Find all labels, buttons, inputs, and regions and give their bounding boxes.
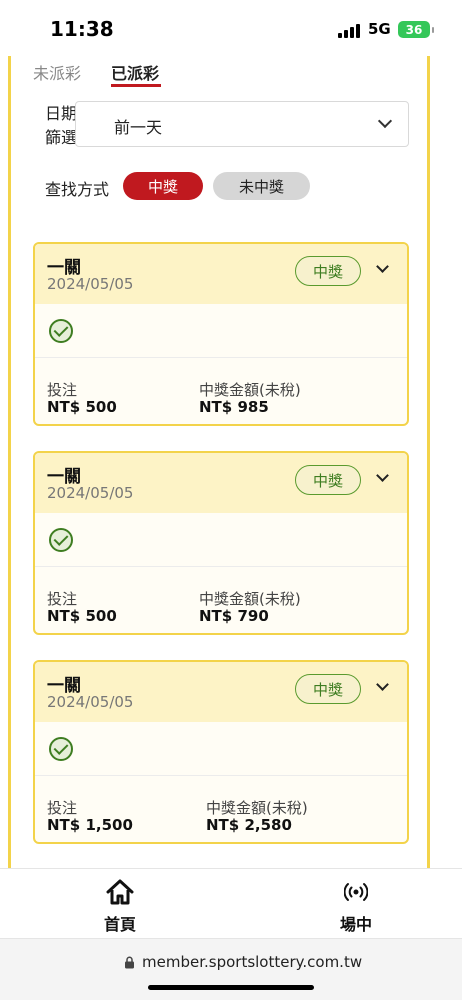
bet-amount: NT$ 500 [47, 398, 117, 416]
tab-unpaid[interactable]: 未派彩 [33, 60, 81, 84]
search-method-label: 查找方式 [45, 180, 110, 199]
nav-home[interactable]: 首頁 [80, 877, 160, 937]
nav-live-label: 場中 [339, 915, 372, 934]
card-date: 2024/05/05 [47, 693, 134, 711]
home-indicator [148, 985, 314, 990]
filter-lose-button[interactable]: 未中獎 [213, 172, 310, 200]
bet-card[interactable]: 一關 2024/05/05 中獎 投注 NT$ 500 中獎金額(未稅) NT$… [33, 242, 409, 426]
lock-icon [125, 956, 134, 969]
prize-label: 中獎金額(未稅) [199, 590, 301, 608]
card-header: 一關 2024/05/05 中獎 [35, 244, 407, 304]
home-icon [106, 879, 134, 905]
url-text: member.sportslottery.com.tw [142, 953, 363, 971]
chevron-down-icon[interactable] [376, 469, 389, 482]
win-badge: 中獎 [295, 465, 361, 495]
browser-url-bar[interactable]: member.sportslottery.com.tw [0, 938, 462, 1000]
network-label: 5G [368, 20, 391, 38]
prize-label: 中獎金額(未稅) [206, 799, 308, 817]
bet-label: 投注 [47, 799, 78, 817]
signal-icon [338, 22, 360, 38]
win-badge: 中獎 [295, 256, 361, 286]
card-date: 2024/05/05 [47, 275, 134, 293]
filter-win-button[interactable]: 中獎 [123, 172, 203, 200]
prize-label: 中獎金額(未稅) [199, 381, 301, 399]
battery-icon: 36 [398, 21, 434, 38]
chevron-down-icon[interactable] [376, 260, 389, 273]
check-circle-icon [49, 737, 73, 761]
check-circle-icon [49, 319, 73, 343]
broadcast-icon [344, 883, 368, 901]
win-badge: 中獎 [295, 674, 361, 704]
bottom-nav: 首頁 場中 [0, 868, 462, 938]
divider [35, 775, 407, 776]
prize-amount: NT$ 985 [199, 398, 269, 416]
card-date: 2024/05/05 [47, 484, 134, 502]
bet-amount: NT$ 500 [47, 607, 117, 625]
divider [35, 357, 407, 358]
active-tab-indicator [111, 84, 161, 87]
bet-amount: NT$ 1,500 [47, 816, 133, 834]
check-circle-icon [49, 528, 73, 552]
card-header: 一關 2024/05/05 中獎 [35, 453, 407, 513]
date-filter-value: 前一天 [114, 118, 163, 137]
tab-paid[interactable]: 已派彩 [111, 60, 159, 84]
date-filter-select[interactable]: 前一天 [75, 101, 409, 147]
divider [35, 566, 407, 567]
nav-live[interactable]: 場中 [316, 877, 396, 937]
prize-amount: NT$ 2,580 [206, 816, 292, 834]
prize-amount: NT$ 790 [199, 607, 269, 625]
bet-card[interactable]: 一關 2024/05/05 中獎 投注 NT$ 500 中獎金額(未稅) NT$… [33, 451, 409, 635]
card-header: 一關 2024/05/05 中獎 [35, 662, 407, 722]
bet-label: 投注 [47, 590, 78, 608]
nav-home-label: 首頁 [103, 915, 136, 934]
status-time: 11:38 [50, 17, 114, 41]
bet-label: 投注 [47, 381, 78, 399]
chevron-down-icon[interactable] [376, 678, 389, 691]
status-bar: 11:38 5G 36 [0, 0, 462, 56]
battery-level: 36 [405, 22, 423, 37]
main-content: 未派彩 已派彩 日期篩選 前一天 查找方式 中獎 未中獎 一關 2024/05/… [0, 56, 462, 868]
chevron-down-icon [377, 113, 393, 129]
bet-card[interactable]: 一關 2024/05/05 中獎 投注 NT$ 1,500 中獎金額(未稅) N… [33, 660, 409, 844]
content-frame: 未派彩 已派彩 日期篩選 前一天 查找方式 中獎 未中獎 一關 2024/05/… [8, 56, 430, 868]
